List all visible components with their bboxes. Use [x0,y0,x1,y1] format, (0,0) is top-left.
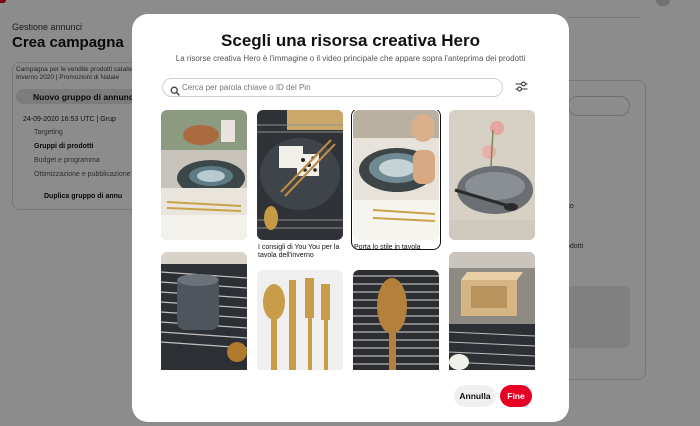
pin-image [257,270,343,370]
search-box[interactable] [162,78,503,97]
search-input[interactable] [182,79,497,96]
pin-card[interactable] [449,110,535,244]
pin-image [353,110,439,240]
pin-card[interactable] [449,252,535,370]
pin-image [449,110,535,240]
pin-caption: I consigli di You You per la tavola dell… [258,244,340,259]
hero-creative-modal: Scegli una risorsa creativa Hero La riso… [132,14,569,422]
modal-title: Scegli una risorsa creativa Hero [221,31,480,50]
filter-icon [515,79,528,97]
pin-image [257,110,343,240]
pin-grid[interactable]: I consigli di You You per la tavola dell… [161,110,535,370]
pin-image [161,252,247,370]
pin-card[interactable] [353,270,439,370]
pin-card[interactable]: I consigli di You You per la tavola dell… [257,110,343,260]
pin-card-selected[interactable]: Porta lo stile in tavola [351,110,441,252]
pin-image [161,110,247,240]
cancel-button[interactable]: Annulla [454,385,496,407]
search-icon [170,83,180,96]
pin-card[interactable] [161,110,247,244]
filter-button[interactable] [512,79,530,97]
modal-subtitle: La risorse creativa Hero è l'immagine o … [175,54,526,63]
pin-card[interactable] [257,270,343,370]
pin-image [449,252,535,370]
pin-image [353,270,439,370]
done-button[interactable]: Fine [500,385,532,407]
pin-card[interactable] [161,252,247,370]
